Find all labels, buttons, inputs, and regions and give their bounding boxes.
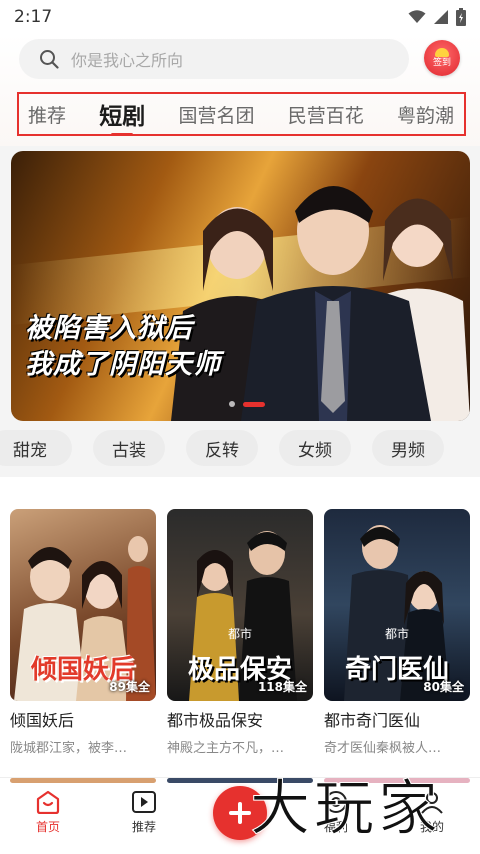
drama-poster: 倾国妖后 89集全 bbox=[10, 509, 156, 701]
chip-costume[interactable]: 古装 bbox=[93, 430, 165, 466]
poster-tag: 都市 bbox=[227, 627, 252, 641]
tab-state-troupes[interactable]: 国营名团 bbox=[178, 101, 254, 128]
banner-title-line1: 被陷害入狱后 bbox=[25, 313, 193, 344]
nav-recommend-label: 推荐 bbox=[131, 820, 156, 834]
home-icon bbox=[36, 790, 60, 814]
user-icon bbox=[421, 792, 443, 814]
status-bar: 2:17 bbox=[0, 0, 480, 34]
carousel-indicator bbox=[229, 401, 265, 407]
next-row-peek bbox=[167, 778, 313, 783]
search-placeholder: 你是我心之所向 bbox=[71, 51, 184, 70]
signal-icon bbox=[434, 10, 448, 24]
next-row-peek bbox=[324, 778, 470, 783]
header: 你是我心之所向 签到 推荐 短剧 国营名团 民营百花 粤韵潮 bbox=[0, 34, 480, 146]
genre-chips: 甜宠 古装 反转 女频 男频 bbox=[0, 430, 480, 468]
drama-description: 神殿之主方不凡，… bbox=[167, 741, 285, 756]
episode-count: 80集全 bbox=[423, 680, 464, 694]
checkin-label: 签到 bbox=[432, 58, 451, 68]
chip-female[interactable]: 女频 bbox=[279, 430, 351, 466]
nav-home-label: 首页 bbox=[35, 820, 60, 834]
tab-cantonese-opera[interactable]: 粤韵潮 bbox=[397, 101, 454, 128]
drama-card[interactable]: 都市 极品保安 118集全 都市极品保安 神殿之主方不凡，… bbox=[167, 509, 313, 756]
drama-title: 倾国妖后 bbox=[10, 711, 75, 730]
nav-profile-label: 我的 bbox=[419, 820, 444, 834]
chip-male[interactable]: 男频 bbox=[372, 430, 444, 466]
search-icon bbox=[40, 50, 59, 69]
drama-grid: 倾国妖后 89集全 倾国妖后 陇城郡江家，被李… 都市 极品保安 118集全 都… bbox=[0, 477, 480, 777]
play-square-icon bbox=[132, 791, 156, 813]
tab-short-drama[interactable]: 短剧 bbox=[99, 97, 145, 131]
nav-profile[interactable]: 我的 bbox=[397, 790, 467, 835]
poster-tag: 都市 bbox=[384, 627, 409, 641]
carousel-dot bbox=[229, 401, 235, 407]
drama-description: 陇城郡江家，被李… bbox=[10, 741, 128, 756]
battery-icon bbox=[456, 8, 466, 26]
drama-poster: 都市 极品保安 118集全 bbox=[167, 509, 313, 701]
chip-twist[interactable]: 反转 bbox=[186, 430, 258, 466]
nav-home[interactable]: 首页 bbox=[13, 790, 83, 835]
create-button[interactable] bbox=[213, 786, 267, 840]
wifi-icon bbox=[408, 10, 426, 23]
drama-title: 都市奇门医仙 bbox=[324, 711, 421, 730]
banner-title-line2: 我成了阴阳天师 bbox=[25, 349, 221, 380]
drama-card[interactable]: 都市 奇门医仙 80集全 都市奇门医仙 奇才医仙秦枫被人… bbox=[324, 509, 470, 756]
tab-recommend[interactable]: 推荐 bbox=[28, 101, 66, 128]
search-input[interactable]: 你是我心之所向 bbox=[19, 39, 409, 79]
banner-title: 被陷害入狱后 我成了阴阳天师 bbox=[25, 311, 221, 383]
drama-description: 奇才医仙秦枫被人… bbox=[324, 741, 442, 756]
status-icons bbox=[408, 8, 466, 26]
chip-sweet-romance[interactable]: 甜宠 bbox=[0, 430, 72, 466]
episode-count: 89集全 bbox=[109, 680, 150, 694]
status-time: 2:17 bbox=[14, 7, 53, 27]
plus-icon bbox=[229, 802, 251, 824]
tab-private-troupes[interactable]: 民营百花 bbox=[288, 101, 364, 128]
checkin-icon bbox=[435, 48, 449, 57]
carousel-dot-active bbox=[243, 401, 265, 407]
category-tabs: 推荐 短剧 国营名团 民营百花 粤韵潮 bbox=[17, 92, 466, 136]
nav-welfare[interactable]: 福利 bbox=[301, 790, 371, 835]
drama-title: 都市极品保安 bbox=[167, 711, 264, 730]
drama-poster: 都市 奇门医仙 80集全 bbox=[324, 509, 470, 701]
next-row-peek bbox=[10, 778, 156, 783]
episode-count: 118集全 bbox=[257, 680, 307, 694]
nav-recommend[interactable]: 推荐 bbox=[109, 790, 179, 835]
banner-carousel[interactable]: 被陷害入狱后 我成了阴阳天师 bbox=[11, 151, 470, 421]
drama-card[interactable]: 倾国妖后 89集全 倾国妖后 陇城郡江家，被李… bbox=[10, 509, 156, 756]
checkin-button[interactable]: 签到 bbox=[424, 40, 460, 76]
nav-welfare-label: 福利 bbox=[323, 820, 348, 834]
gift-icon bbox=[325, 791, 347, 813]
